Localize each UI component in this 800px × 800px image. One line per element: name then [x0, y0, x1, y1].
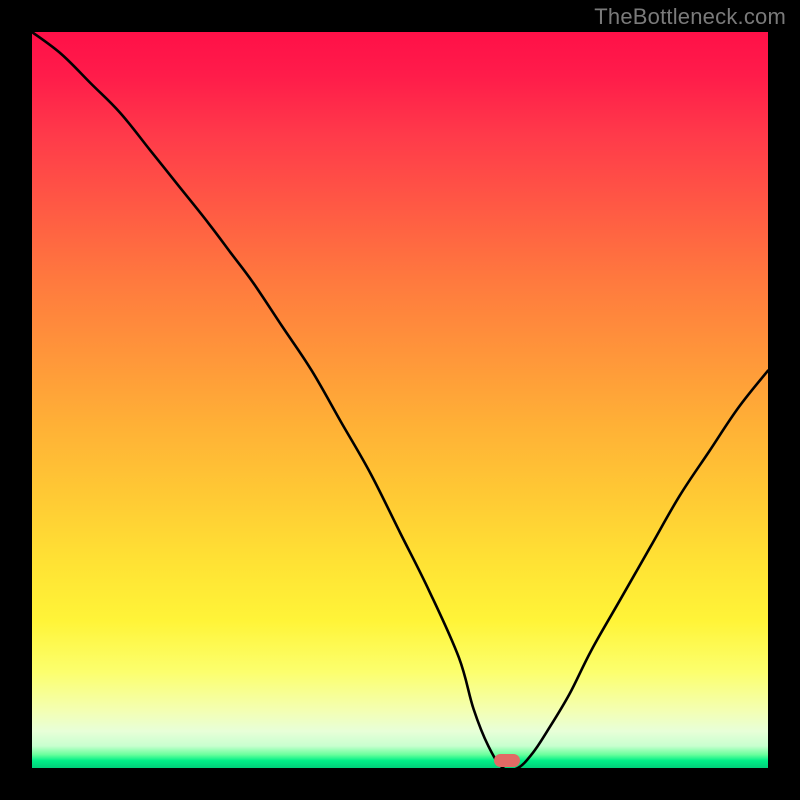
plot-area	[32, 32, 768, 768]
curve-path	[32, 32, 768, 768]
optimum-marker	[494, 754, 520, 767]
bottleneck-curve	[32, 32, 768, 768]
watermark-text: TheBottleneck.com	[594, 4, 786, 30]
chart-container: TheBottleneck.com	[0, 0, 800, 800]
